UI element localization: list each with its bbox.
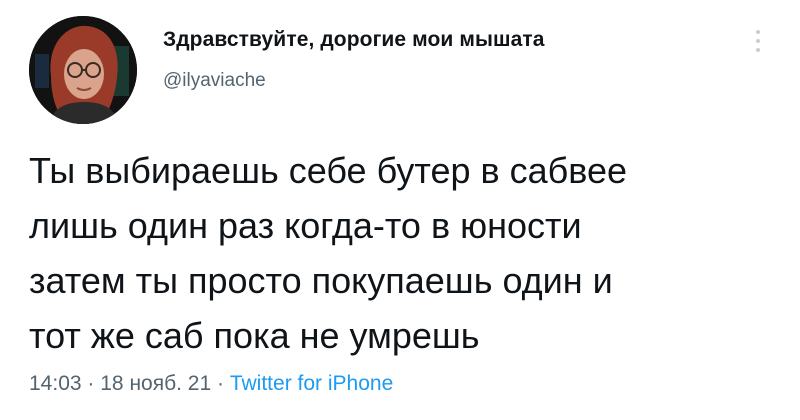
author-display-name[interactable]: Здравствуйте, дорогие мои мышата	[163, 28, 545, 52]
tweet-text-line: Ты выбираешь себе бутер в сабвее	[29, 150, 628, 191]
tweet-source-link[interactable]: Twitter for iPhone	[230, 372, 393, 395]
tweet-time[interactable]: 14:03	[29, 372, 82, 395]
tweet-text-line: тот же саб пока не умрешь	[29, 315, 480, 356]
tweet-card: Здравствуйте, дорогие мои мышата @ilyavi…	[0, 0, 800, 420]
tweet-text-line: лишь один раз когда-то в юности	[29, 205, 582, 246]
avatar[interactable]	[29, 16, 137, 124]
author-handle[interactable]: @ilyaviache	[163, 70, 266, 92]
vertical-ellipsis-icon[interactable]	[752, 30, 764, 60]
tweet-text-line: затем ты просто покупаешь один и	[29, 260, 613, 301]
meta-separator: ·	[217, 372, 224, 395]
tweet-meta: 14:03 · 18 нояб. 21 · Twitter for iPhone	[29, 372, 393, 396]
meta-separator: ·	[87, 372, 95, 395]
tweet-text: Ты выбираешь себе бутер в сабвее лишь од…	[29, 143, 779, 363]
avatar-photo	[29, 16, 137, 124]
tweet-date[interactable]: 18 нояб. 21	[100, 372, 211, 395]
